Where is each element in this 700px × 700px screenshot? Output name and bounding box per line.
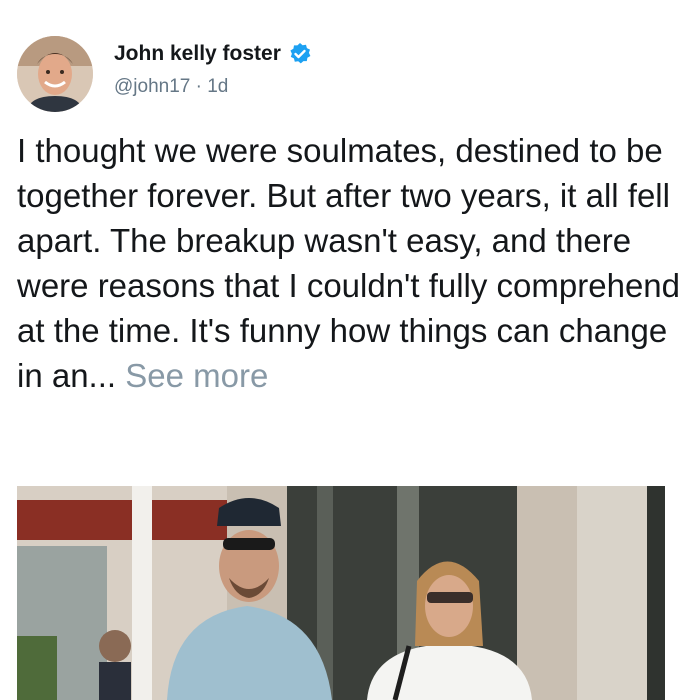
author-name-row: John kelly foster xyxy=(114,42,312,66)
photo-image xyxy=(17,486,665,700)
tweet-time[interactable]: 1d xyxy=(207,76,228,97)
avatar[interactable] xyxy=(17,36,93,112)
tweet-photo[interactable] xyxy=(17,486,665,700)
avatar-image xyxy=(17,36,93,112)
tweet-body: I thought we were soulmates, destined to… xyxy=(17,132,680,394)
tweet-header: John kelly foster @john17 · 1d xyxy=(17,36,677,112)
handle-row: @john17 · 1d xyxy=(114,76,228,98)
author-handle[interactable]: @john17 xyxy=(114,76,190,97)
verified-badge-icon xyxy=(288,42,312,66)
separator-dot: · xyxy=(195,76,202,97)
tweet-text: I thought we were soulmates, destined to… xyxy=(17,128,685,398)
author-name[interactable]: John kelly foster xyxy=(114,42,281,66)
see-more-link[interactable]: See more xyxy=(125,357,268,394)
